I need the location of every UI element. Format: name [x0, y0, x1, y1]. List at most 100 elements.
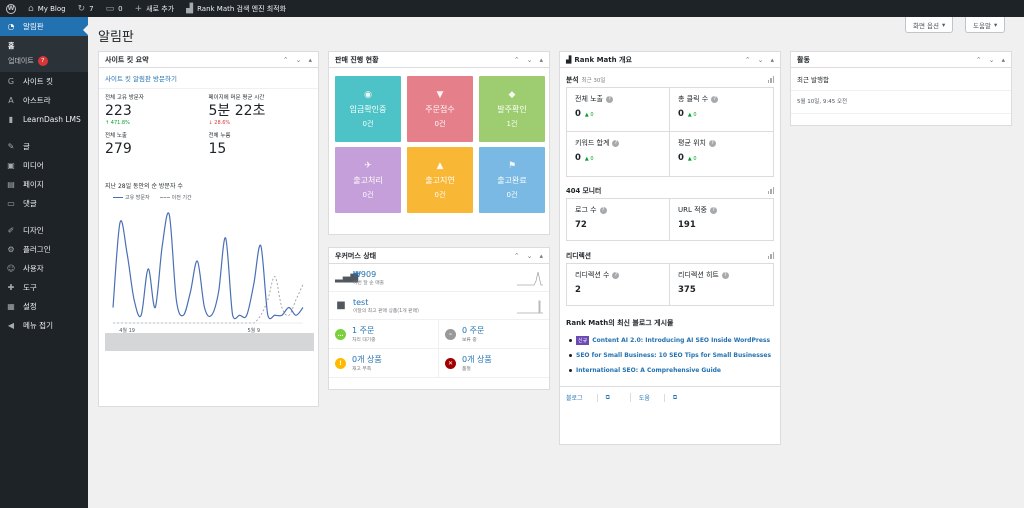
blog-post-link[interactable]: 신규 Content AI 2.0: Introducing AI SEO Ins…: [569, 333, 774, 348]
help-tooltip-icon[interactable]: ?: [721, 271, 729, 279]
sidebar-item-posts[interactable]: ✎ 글: [0, 137, 88, 156]
help-tooltip-icon[interactable]: ?: [599, 206, 607, 214]
series-line-current: [112, 212, 304, 320]
new-content-menu[interactable]: + 새로 추가: [129, 0, 181, 17]
move-up-icon[interactable]: ⌃: [745, 56, 751, 64]
sales-tile[interactable]: ▲ 출고지연 0건: [407, 147, 473, 213]
sales-progress-widget: 판매 진행 현황 ⌃ ⌄ ▴ ◉ 입금확인중 0건 ▼ 주문접수 0건 ◆ 발주확인 1건 ✈ 출고처리…: [328, 51, 550, 235]
bar-chart-icon[interactable]: [767, 75, 774, 83]
sales-tile[interactable]: ◉ 입금확인중 0건: [335, 76, 401, 142]
toggle-icon[interactable]: ▴: [1001, 56, 1005, 64]
sidebar-item-comments[interactable]: ▭ 댓글: [0, 194, 88, 213]
sidebar-item-learndash[interactable]: ▮ LearnDash LMS: [0, 110, 88, 129]
sidebar-item-astra[interactable]: A 아스트라: [0, 91, 88, 110]
caret-down-icon: ▾: [942, 20, 946, 29]
move-down-icon[interactable]: ⌄: [296, 56, 302, 64]
sidebar-item-sitekit[interactable]: G 사이트 킷: [0, 72, 88, 91]
move-down-icon[interactable]: ⌄: [527, 56, 533, 64]
sidebar-item-label: 댓글: [23, 199, 37, 208]
visitors-line-chart: 4월 19 5월 9: [105, 212, 314, 351]
blog-post-title: Content AI 2.0: Introducing AI SEO Insid…: [592, 337, 771, 344]
help-tooltip-icon[interactable]: ?: [709, 139, 716, 147]
sidebar-item-pages[interactable]: ▤ 페이지: [0, 175, 88, 194]
bar-chart-icon[interactable]: [767, 251, 774, 259]
bar-chart-icon[interactable]: [767, 186, 774, 194]
net-sales-row[interactable]: ▂▄▆ ₩909 이번 달 순 매출: [329, 264, 549, 292]
sales-tile[interactable]: ✈ 출고처리 0건: [335, 147, 401, 213]
top-seller-label: 이달의 최고 판매 상품(1개 판매): [353, 308, 419, 314]
monitor-stats: 로그 수? 72 URL 적중? 191: [566, 198, 774, 241]
on-hold-orders[interactable]: –0 주문 보류 중: [439, 320, 549, 349]
help-button[interactable]: 도움말 ▾: [965, 17, 1006, 33]
help-tooltip-icon[interactable]: ?: [612, 139, 620, 147]
site-name-menu[interactable]: ⌂ My Blog: [22, 0, 72, 17]
sales-tile[interactable]: ⚑ 출고완료 0건: [479, 147, 545, 213]
settings-icon: ▦: [7, 302, 15, 311]
recent-published-label: 최근 발행함: [791, 68, 1011, 91]
help-tooltip-icon[interactable]: ?: [606, 95, 613, 103]
sidebar-item-users[interactable]: ☺ 사용자: [0, 259, 88, 278]
sales-tile[interactable]: ◆ 발주확인 1건: [479, 76, 545, 142]
screen-options-button[interactable]: 화면 옵션 ▾: [905, 17, 954, 33]
stat-delta: ▲ 0: [687, 112, 697, 118]
move-down-icon[interactable]: ⌄: [527, 252, 533, 260]
metric-label: 전체 누름: [208, 133, 231, 139]
metric-value: 5분 22초: [208, 103, 266, 119]
sales-tile[interactable]: ▼ 주문접수 0건: [407, 76, 473, 142]
out-of-stock[interactable]: ✕ 0개 상품 품절: [439, 349, 549, 378]
help-tooltip-icon[interactable]: ?: [710, 206, 717, 214]
metric-delta: ↑ 471.8%: [105, 120, 130, 126]
sidebar-item-label: 디자인: [23, 226, 44, 235]
net-sales-label: 이번 달 순 매출: [353, 280, 385, 286]
submenu-updates[interactable]: 업데이트 7: [0, 53, 88, 68]
top-seller-row[interactable]: ■ test 이달의 최고 판매 상품(1개 판매): [329, 292, 549, 320]
sidebar-item-label: 페이지: [23, 180, 44, 189]
toggle-icon[interactable]: ▴: [539, 252, 543, 260]
blog-footer-link[interactable]: 블로그 ⧉: [566, 393, 630, 402]
sidebar-collapse-menu[interactable]: ◀ 메뉴 접기: [0, 316, 88, 335]
error-icon: ✕: [445, 357, 456, 369]
brush-icon: ✐: [7, 226, 15, 235]
rankmath-menu[interactable]: ▟ Rank Math 검색 엔진 최적화: [180, 0, 292, 17]
comments-menu[interactable]: ▭ 0: [100, 0, 129, 17]
widget-controls: ⌃ ⌄ ▴: [283, 56, 312, 64]
toggle-icon[interactable]: ▴: [770, 56, 774, 64]
move-up-icon[interactable]: ⌃: [283, 56, 289, 64]
low-stock[interactable]: ! 0개 상품 재고 부족: [329, 349, 439, 378]
move-up-icon[interactable]: ⌃: [514, 252, 520, 260]
toggle-icon[interactable]: ▴: [539, 56, 543, 64]
blog-post-link[interactable]: International SEO: A Comprehensive Guide: [569, 363, 774, 378]
comments-count: 0: [118, 4, 123, 13]
sidebar-item-tools[interactable]: ✚ 도구: [0, 278, 88, 297]
blog-post-title: SEO for Small Business: 10 SEO Tips for …: [576, 352, 772, 359]
move-down-icon[interactable]: ⌄: [758, 56, 764, 64]
submenu-home[interactable]: 홈: [0, 38, 88, 53]
move-up-icon[interactable]: ⌃: [976, 56, 982, 64]
status-label: 재고 부족: [352, 367, 372, 372]
wp-logo-menu[interactable]: W: [0, 0, 22, 17]
metric-impressions: 전체 노출 279: [105, 131, 209, 157]
move-down-icon[interactable]: ⌄: [989, 56, 995, 64]
blog-post-link[interactable]: SEO for Small Business: 10 SEO Tips for …: [569, 348, 774, 363]
pin-icon: ✎: [7, 142, 15, 151]
sidebar-item-dashboard[interactable]: ◔ 알림판: [0, 17, 88, 36]
stat-cell: 키워드 합계? 0 ▲ 0: [567, 132, 670, 176]
sidebar-item-media[interactable]: ▣ 미디어: [0, 156, 88, 175]
stat-delta: ▲ 0: [584, 156, 594, 162]
help-tooltip-icon[interactable]: ?: [711, 95, 719, 103]
help-footer-link[interactable]: 도움 ⧉: [629, 393, 697, 402]
awaiting-orders[interactable]: … 1 주문 처리 대기중: [329, 320, 439, 349]
status-label: 보류 중: [462, 338, 477, 343]
move-up-icon[interactable]: ⌃: [514, 56, 520, 64]
blog-section-title: Rank Math의 최신 블로그 게시물: [566, 319, 674, 327]
tile-label: 주문접수: [425, 104, 455, 114]
sidebar-item-plugins[interactable]: ⚙ 플러그인: [0, 240, 88, 259]
sidebar-item-appearance[interactable]: ✐ 디자인: [0, 221, 88, 240]
tile-label: 출고처리: [353, 175, 383, 185]
sidebar-item-settings[interactable]: ▦ 설정: [0, 297, 88, 316]
sitekit-dashboard-link[interactable]: 사이트 킷 알림판 방문하기: [99, 68, 318, 89]
updates-menu[interactable]: ↻ 7: [72, 0, 100, 17]
top-seller-value: test: [353, 297, 369, 307]
toggle-icon[interactable]: ▴: [308, 56, 312, 64]
help-tooltip-icon[interactable]: ?: [612, 271, 620, 279]
